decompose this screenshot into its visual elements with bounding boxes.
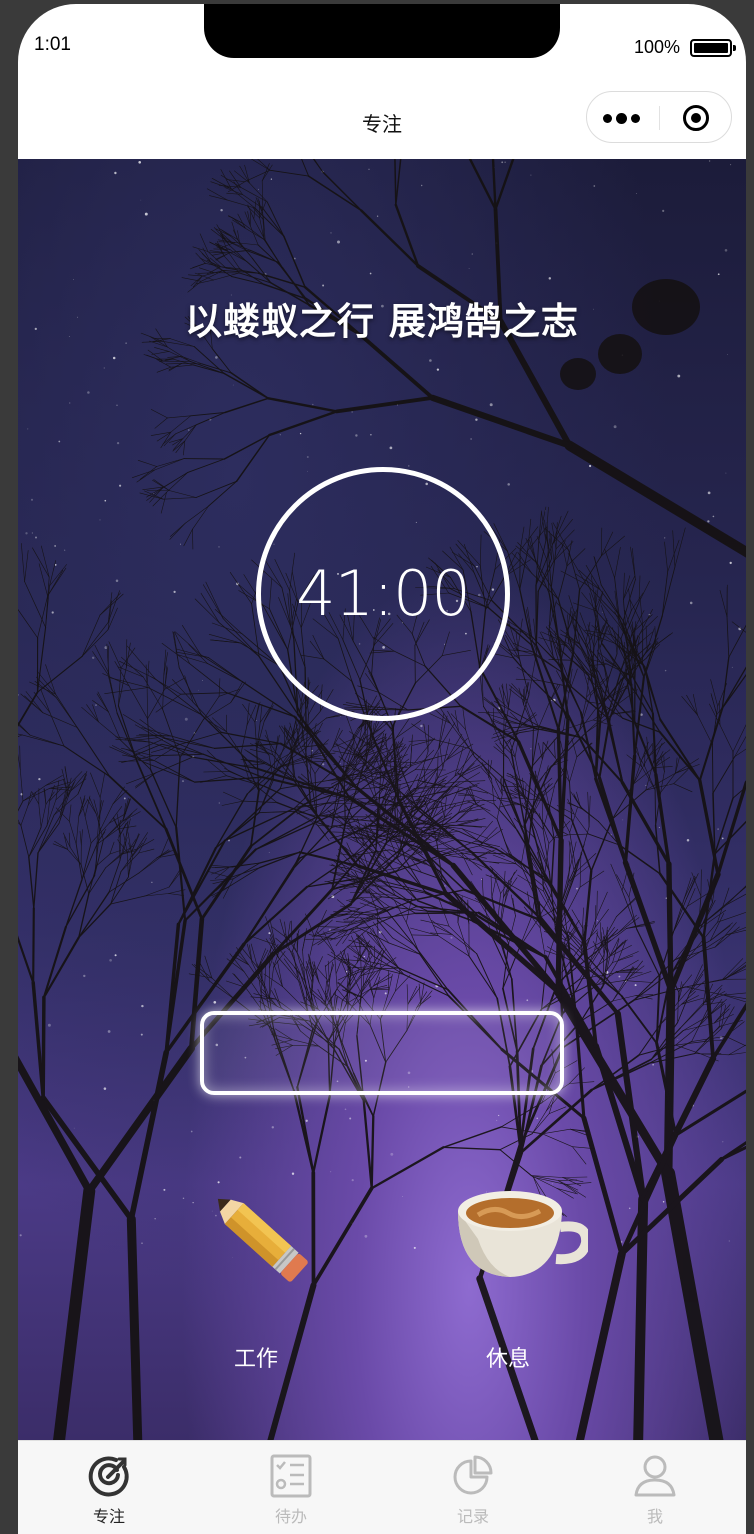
tab-records[interactable]: 记录 <box>382 1441 564 1534</box>
coffee-cup-icon[interactable] <box>448 1183 588 1283</box>
background-scene: 以蝼蚁之行 展鸿鹄之志 41:00 工作 休息 <box>18 159 746 1440</box>
mini-program-capsule <box>586 91 732 143</box>
tab-bar: 专注 待办 记录 我 <box>18 1440 746 1534</box>
night-trees-background <box>18 159 746 1440</box>
tab-me-label: 我 <box>646 1507 663 1526</box>
more-dots-icon[interactable] <box>603 108 651 128</box>
pencil-icon[interactable] <box>196 1179 320 1291</box>
tab-me[interactable]: 我 <box>564 1441 746 1534</box>
battery-icon <box>690 39 736 57</box>
battery-percent: 100% <box>633 37 680 57</box>
focus-icon <box>88 1456 129 1497</box>
user-icon <box>634 1455 676 1497</box>
checklist-icon <box>270 1454 312 1498</box>
timer-display: 41:00 <box>296 557 471 630</box>
status-time: 1:01 <box>34 34 71 55</box>
target-icon[interactable] <box>683 105 709 131</box>
tab-focus-label: 专注 <box>92 1507 125 1526</box>
tab-records-label: 记录 <box>456 1507 489 1526</box>
notch <box>204 4 560 58</box>
tab-todo-label: 待办 <box>274 1507 307 1526</box>
work-mode-label[interactable]: 工作 <box>196 1341 316 1373</box>
phone-screen: 1:01 100% 专注 以蝼蚁之行 展鸿鹄之志 41:00 工作 休息 专注 … <box>18 4 746 1534</box>
tab-todo[interactable]: 待办 <box>200 1441 382 1534</box>
pie-chart-icon <box>453 1455 493 1495</box>
task-input[interactable] <box>200 1011 564 1095</box>
rest-mode-label[interactable]: 休息 <box>448 1341 568 1373</box>
tab-focus[interactable]: 专注 <box>18 1441 200 1534</box>
capsule-divider <box>659 106 660 130</box>
motto-text: 以蝼蚁之行 展鸿鹄之志 <box>185 300 579 343</box>
